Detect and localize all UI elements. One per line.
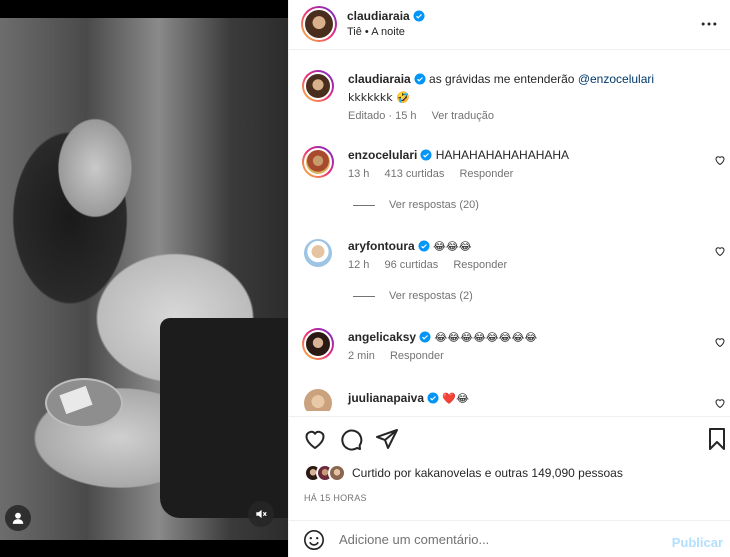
emoji-icon[interactable] [303, 529, 325, 551]
comment-username[interactable]: aryfontoura [348, 239, 415, 253]
comment-text: aryfontoura 😂😂😂 [348, 237, 703, 256]
comment-body: 😂😂😂 [433, 240, 472, 253]
comment-username[interactable]: juulianapaiva [348, 391, 424, 405]
reply-button[interactable]: Responder [453, 259, 507, 271]
comment-icon[interactable] [339, 427, 363, 451]
post-video[interactable] [0, 18, 288, 540]
comment-time: 13 h [348, 168, 370, 180]
comment-time: 12 h [348, 259, 370, 271]
comment-body: ❤️😂 [442, 392, 469, 405]
caption-mention[interactable]: @enzocelulari [578, 72, 654, 86]
post-time[interactable]: HÁ 15 HORAS [304, 493, 367, 503]
author-username[interactable]: claudiaraia [347, 9, 410, 23]
post-actions: Curtido por kakanovelas e outras 149,090… [289, 416, 730, 520]
comment-like-icon[interactable] [714, 336, 726, 348]
comment-text: juulianapaiva ❤️😂 [348, 389, 703, 408]
stool-shape [160, 318, 288, 518]
comment-username[interactable]: enzocelulari [348, 148, 417, 162]
view-replies-label: Ver respostas (20) [389, 199, 479, 211]
replies-divider [353, 204, 375, 206]
comment-likes[interactable]: 413 curtidas [384, 168, 444, 180]
verified-icon [418, 240, 430, 252]
share-icon[interactable] [375, 427, 399, 451]
mute-icon [256, 509, 267, 519]
comment-username[interactable]: angelicaksy [348, 330, 416, 344]
likes-summary-text: Curtido por kakanovelas e outras 149,090… [352, 466, 623, 480]
see-translation-link[interactable]: Ver tradução [432, 110, 494, 122]
comment-composer: Publicar [289, 520, 730, 557]
comment-like-icon[interactable] [714, 154, 726, 166]
post-media[interactable] [0, 0, 288, 557]
bookmark-icon[interactable] [705, 427, 729, 451]
verified-icon [413, 10, 425, 22]
comments-list[interactable]: claudiaraia as grávidas me entenderão @e… [289, 51, 730, 411]
post-side-panel: claudiaraia Tiê • A noite claudiaraia as… [288, 0, 730, 557]
verified-icon [414, 73, 426, 85]
comment-meta: 13 h 413 curtidas Responder [348, 168, 525, 180]
comment-meta: 12 h 96 curtidas Responder [348, 259, 519, 271]
comment-avatar[interactable] [302, 237, 334, 269]
audio-label[interactable]: Tiê • A noite [347, 26, 405, 38]
comment-meta: 2 min Responder [348, 350, 456, 362]
user-tag-icon [12, 512, 24, 524]
replies-divider [353, 295, 375, 297]
comment-like-icon[interactable] [714, 245, 726, 257]
verified-icon [427, 392, 439, 404]
comment-avatar[interactable] [302, 387, 334, 411]
verified-icon [419, 331, 431, 343]
caption-meta: Editado · 15 h Ver tradução [348, 110, 506, 122]
comment-time: 2 min [348, 350, 375, 362]
view-replies-button[interactable]: Ver respostas (20) [353, 199, 479, 211]
caption-body: as grávidas me entenderão [429, 72, 575, 86]
caption-username[interactable]: claudiaraia [348, 72, 411, 86]
likes-summary[interactable]: Curtido por kakanovelas e outras 149,090… [304, 464, 623, 482]
verified-icon [420, 149, 432, 161]
author-avatar[interactable] [301, 6, 337, 42]
comment-avatar[interactable] [302, 328, 334, 360]
comment-likes[interactable]: 96 curtidas [384, 259, 438, 271]
comment-body: HAHAHAHAHAHAHAHA [435, 148, 570, 162]
comment-body: 😂😂😂😂😂😂😂😂 [434, 331, 538, 344]
caption-body-2: kkkkkkk 🤣 [348, 91, 410, 104]
comment-text: angelicaksy 😂😂😂😂😂😂😂😂 [348, 328, 703, 347]
author-username-row: claudiaraia [347, 9, 425, 23]
caption-text: claudiaraia as grávidas me entenderão @e… [348, 70, 703, 107]
view-replies-button[interactable]: Ver respostas (2) [353, 290, 473, 302]
user-tag-button[interactable] [5, 505, 31, 531]
comment-like-icon[interactable] [714, 397, 726, 409]
post-header: claudiaraia Tiê • A noite [289, 0, 730, 50]
more-icon[interactable] [699, 14, 719, 34]
caption-time: Editado · 15 h [348, 110, 417, 122]
caption-avatar[interactable] [302, 70, 334, 102]
post-comment-button[interactable]: Publicar [672, 535, 723, 550]
mute-button[interactable] [248, 501, 274, 527]
comment-text: enzocelulari HAHAHAHAHAHAHAHA [348, 146, 703, 164]
comment-avatar[interactable] [302, 146, 334, 178]
liker-avatar [328, 464, 346, 482]
heart-icon[interactable] [303, 427, 327, 451]
reply-button[interactable]: Responder [390, 350, 444, 362]
reply-button[interactable]: Responder [459, 168, 513, 180]
comment-input[interactable] [339, 529, 659, 549]
view-replies-label: Ver respostas (2) [389, 290, 473, 302]
